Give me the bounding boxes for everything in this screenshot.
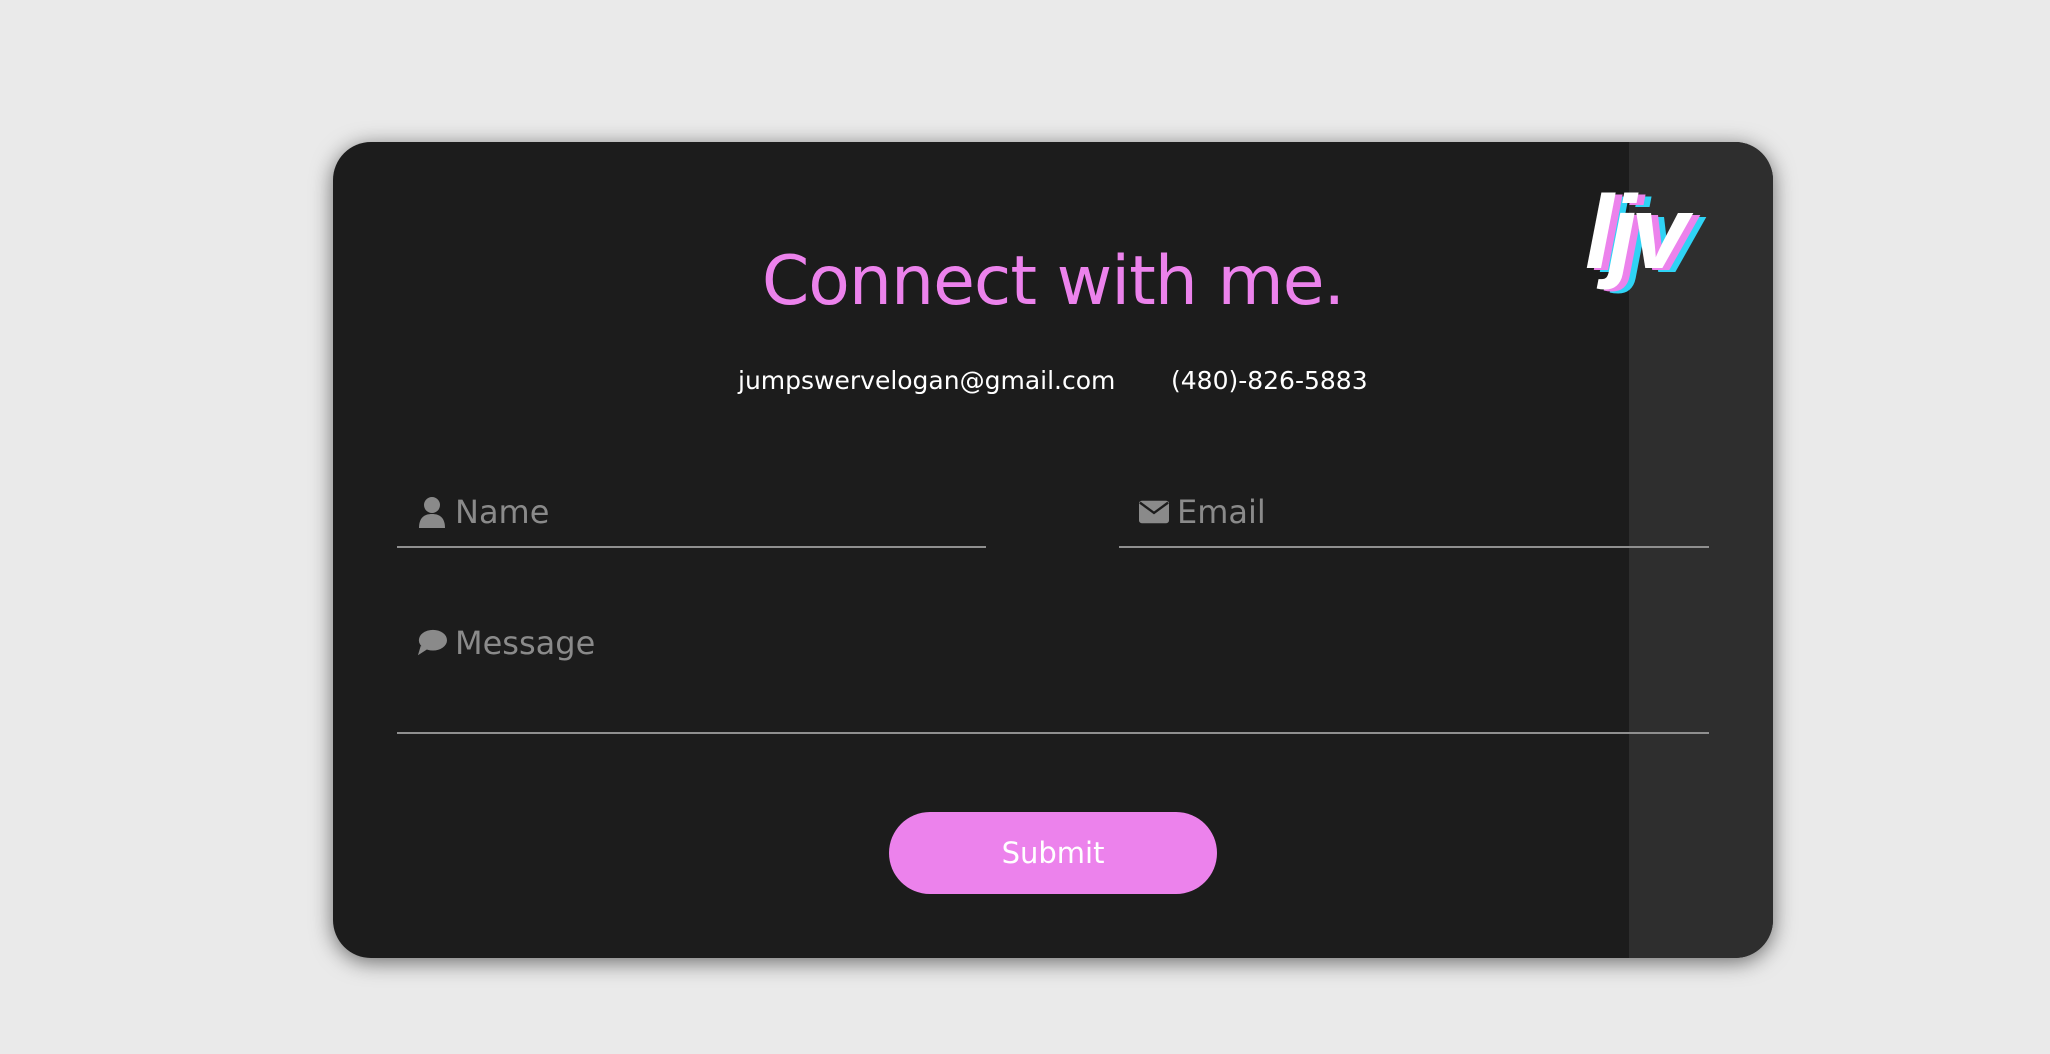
message-input[interactable] [455,624,1709,704]
message-underline [397,732,1709,734]
user-icon [417,495,447,529]
contact-card: ljv ljv ljv Connect with me. jumpswervel… [333,142,1773,958]
submit-button[interactable]: Submit [889,812,1217,894]
contact-phone-link[interactable]: (480)-826-5883 [1171,366,1368,395]
speech-bubble-icon [417,626,447,660]
envelope-icon [1139,495,1169,529]
page-title: Connect with me. [761,242,1345,321]
name-input[interactable] [455,493,986,531]
name-field[interactable] [397,478,986,548]
email-field[interactable] [1119,478,1709,548]
email-input[interactable] [1177,493,1709,531]
contact-email-link[interactable]: jumpswervelogan@gmail.com [738,366,1115,395]
